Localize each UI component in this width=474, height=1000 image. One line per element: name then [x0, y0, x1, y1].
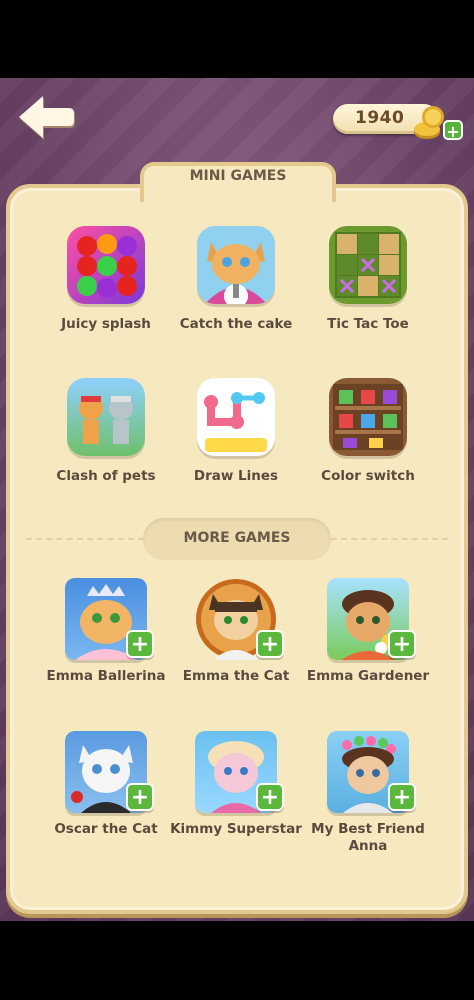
game-label: Emma Ballerina — [46, 668, 166, 684]
draw-lines-icon — [197, 378, 275, 456]
game-screen: 1940 + MINI GAMES Juicy splash Catch the… — [0, 78, 474, 921]
game-tic-tac-toe[interactable]: Tic Tac Toe — [298, 226, 438, 333]
game-color-switch[interactable]: Color switch — [298, 378, 438, 485]
more-games-title: MORE GAMES — [183, 530, 291, 546]
game-label: Juicy splash — [61, 316, 151, 332]
game-label: My Best Friend Anna — [311, 821, 425, 854]
pets-icon — [67, 378, 145, 456]
game-kimmy-superstar[interactable]: + Kimmy Superstar — [166, 731, 306, 838]
game-label: Emma Gardener — [306, 668, 430, 684]
game-label: Color switch — [321, 468, 415, 484]
game-emma-the-cat[interactable]: + Emma the Cat — [166, 578, 306, 685]
back-arrow-icon — [19, 96, 75, 140]
system-nav-bar — [0, 921, 474, 1000]
game-label: Catch the cake — [179, 316, 293, 332]
game-label: Clash of pets — [56, 468, 156, 484]
game-catch-the-cake[interactable]: Catch the cake — [166, 226, 306, 333]
fruit-icon — [67, 226, 145, 304]
mini-games-title: MINI GAMES — [189, 168, 287, 184]
install-plus-icon[interactable]: + — [126, 783, 154, 811]
game-label: Draw Lines — [193, 468, 279, 484]
add-coins-button[interactable]: + — [443, 120, 463, 141]
game-juicy-splash[interactable]: Juicy splash — [36, 226, 176, 333]
game-label: Kimmy Superstar — [170, 821, 302, 837]
install-plus-icon[interactable]: + — [388, 630, 416, 658]
tic-tac-toe-icon — [329, 226, 407, 304]
game-draw-lines[interactable]: Draw Lines — [166, 378, 306, 485]
back-button[interactable] — [18, 96, 76, 142]
game-oscar-the-cat[interactable]: + Oscar the Cat — [36, 731, 176, 838]
cat-cake-icon — [197, 226, 275, 304]
divider-left — [26, 538, 144, 540]
game-emma-ballerina[interactable]: + Emma Ballerina — [36, 578, 176, 685]
coin-count: 1940 — [355, 108, 405, 128]
game-emma-gardener[interactable]: + Emma Gardener — [298, 578, 438, 685]
install-plus-icon[interactable]: + — [256, 630, 284, 658]
divider-right — [331, 538, 448, 540]
install-plus-icon[interactable]: + — [388, 783, 416, 811]
install-plus-icon[interactable]: + — [256, 783, 284, 811]
game-label: Emma the Cat — [182, 668, 290, 684]
game-label: Tic Tac Toe — [327, 316, 409, 332]
game-clash-of-pets[interactable]: Clash of pets — [36, 378, 176, 485]
game-my-best-friend-anna[interactable]: + My Best Friend Anna — [298, 731, 438, 855]
game-label: Oscar the Cat — [54, 821, 158, 837]
install-plus-icon[interactable]: + — [126, 630, 154, 658]
gift-shelf-icon — [329, 378, 407, 456]
